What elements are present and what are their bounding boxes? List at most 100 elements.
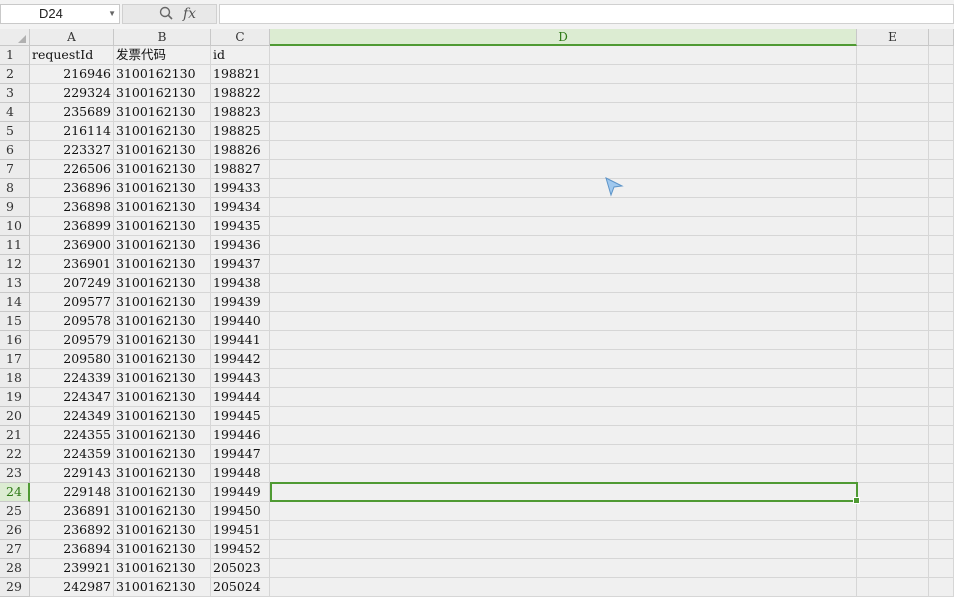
row-header[interactable]: 14 bbox=[0, 293, 30, 312]
table-cell[interactable]: 3100162130 bbox=[114, 578, 211, 597]
row-header[interactable]: 3 bbox=[0, 84, 30, 103]
table-cell[interactable] bbox=[270, 103, 857, 122]
table-cell[interactable] bbox=[929, 540, 954, 559]
row-header[interactable]: 10 bbox=[0, 217, 30, 236]
table-cell[interactable] bbox=[929, 274, 954, 293]
table-cell[interactable]: 3100162130 bbox=[114, 426, 211, 445]
column-header-d[interactable]: D bbox=[270, 29, 857, 46]
row-header[interactable]: 20 bbox=[0, 407, 30, 426]
row-header[interactable]: 28 bbox=[0, 559, 30, 578]
table-cell[interactable]: 209580 bbox=[30, 350, 114, 369]
table-cell[interactable]: 199433 bbox=[211, 179, 270, 198]
table-cell[interactable]: 199436 bbox=[211, 236, 270, 255]
table-cell[interactable]: 199448 bbox=[211, 464, 270, 483]
table-cell[interactable]: 236901 bbox=[30, 255, 114, 274]
table-cell[interactable] bbox=[929, 179, 954, 198]
active-cell-d24[interactable] bbox=[270, 482, 860, 504]
table-cell[interactable] bbox=[857, 426, 929, 445]
table-cell[interactable] bbox=[929, 464, 954, 483]
table-cell[interactable] bbox=[929, 483, 954, 502]
table-cell[interactable] bbox=[857, 122, 929, 141]
column-header-b[interactable]: B bbox=[114, 29, 211, 46]
table-cell[interactable] bbox=[270, 350, 857, 369]
table-cell[interactable] bbox=[929, 198, 954, 217]
table-cell[interactable]: 199437 bbox=[211, 255, 270, 274]
row-header[interactable]: 21 bbox=[0, 426, 30, 445]
table-cell[interactable] bbox=[270, 388, 857, 407]
table-cell[interactable]: 236891 bbox=[30, 502, 114, 521]
table-cell[interactable]: 3100162130 bbox=[114, 464, 211, 483]
table-cell[interactable]: 3100162130 bbox=[114, 502, 211, 521]
header-cell[interactable]: id bbox=[211, 46, 270, 65]
table-cell[interactable]: 216114 bbox=[30, 122, 114, 141]
table-cell[interactable]: 3100162130 bbox=[114, 483, 211, 502]
table-cell[interactable] bbox=[929, 331, 954, 350]
table-cell[interactable]: 3100162130 bbox=[114, 445, 211, 464]
table-cell[interactable] bbox=[270, 179, 857, 198]
table-cell[interactable] bbox=[270, 407, 857, 426]
table-cell[interactable]: 3100162130 bbox=[114, 369, 211, 388]
table-cell[interactable] bbox=[270, 255, 857, 274]
table-cell[interactable]: 3100162130 bbox=[114, 122, 211, 141]
table-cell[interactable] bbox=[857, 312, 929, 331]
table-cell[interactable] bbox=[857, 160, 929, 179]
table-cell[interactable]: 239921 bbox=[30, 559, 114, 578]
table-cell[interactable] bbox=[857, 502, 929, 521]
table-cell[interactable]: 198825 bbox=[211, 122, 270, 141]
table-cell[interactable]: 224339 bbox=[30, 369, 114, 388]
row-header[interactable]: 26 bbox=[0, 521, 30, 540]
table-cell[interactable]: 216946 bbox=[30, 65, 114, 84]
table-cell[interactable] bbox=[270, 502, 857, 521]
table-cell[interactable]: 3100162130 bbox=[114, 103, 211, 122]
row-header[interactable]: 16 bbox=[0, 331, 30, 350]
table-cell[interactable]: 224347 bbox=[30, 388, 114, 407]
table-cell[interactable] bbox=[929, 502, 954, 521]
header-cell[interactable]: requestId bbox=[30, 46, 114, 65]
table-cell[interactable]: 3100162130 bbox=[114, 293, 211, 312]
table-cell[interactable]: 207249 bbox=[30, 274, 114, 293]
row-header[interactable]: 5 bbox=[0, 122, 30, 141]
table-cell[interactable]: 3100162130 bbox=[114, 65, 211, 84]
table-cell[interactable]: 199435 bbox=[211, 217, 270, 236]
table-cell[interactable]: 226506 bbox=[30, 160, 114, 179]
row-header[interactable]: 9 bbox=[0, 198, 30, 217]
row-header[interactable]: 1 bbox=[0, 46, 30, 65]
select-all-corner[interactable] bbox=[0, 29, 30, 46]
table-cell[interactable]: 224359 bbox=[30, 445, 114, 464]
table-cell[interactable] bbox=[270, 217, 857, 236]
table-cell[interactable] bbox=[857, 559, 929, 578]
table-cell[interactable] bbox=[270, 521, 857, 540]
table-cell[interactable] bbox=[857, 350, 929, 369]
table-cell[interactable]: 229324 bbox=[30, 84, 114, 103]
table-cell[interactable]: 3100162130 bbox=[114, 388, 211, 407]
table-cell[interactable]: 3100162130 bbox=[114, 274, 211, 293]
table-cell[interactable]: 3100162130 bbox=[114, 540, 211, 559]
table-cell[interactable]: 209577 bbox=[30, 293, 114, 312]
table-cell[interactable]: 3100162130 bbox=[114, 84, 211, 103]
table-cell[interactable] bbox=[857, 236, 929, 255]
table-cell[interactable]: 199440 bbox=[211, 312, 270, 331]
table-cell[interactable]: 3100162130 bbox=[114, 559, 211, 578]
header-cell[interactable]: 发票代码 bbox=[114, 46, 211, 65]
table-cell[interactable] bbox=[270, 274, 857, 293]
table-cell[interactable]: 199452 bbox=[211, 540, 270, 559]
table-cell[interactable] bbox=[857, 407, 929, 426]
formula-input[interactable] bbox=[219, 4, 954, 24]
table-cell[interactable]: 199442 bbox=[211, 350, 270, 369]
table-cell[interactable]: 236894 bbox=[30, 540, 114, 559]
table-cell[interactable] bbox=[270, 198, 857, 217]
table-cell[interactable] bbox=[929, 103, 954, 122]
table-cell[interactable] bbox=[929, 445, 954, 464]
table-cell[interactable]: 236899 bbox=[30, 217, 114, 236]
table-cell[interactable] bbox=[857, 293, 929, 312]
table-cell[interactable]: 198821 bbox=[211, 65, 270, 84]
table-cell[interactable]: 209579 bbox=[30, 331, 114, 350]
table-cell[interactable] bbox=[929, 160, 954, 179]
table-cell[interactable] bbox=[857, 65, 929, 84]
table-cell[interactable] bbox=[857, 445, 929, 464]
table-cell[interactable] bbox=[857, 388, 929, 407]
table-cell[interactable]: 198823 bbox=[211, 103, 270, 122]
table-cell[interactable] bbox=[929, 293, 954, 312]
table-cell[interactable] bbox=[857, 464, 929, 483]
table-cell[interactable] bbox=[270, 312, 857, 331]
